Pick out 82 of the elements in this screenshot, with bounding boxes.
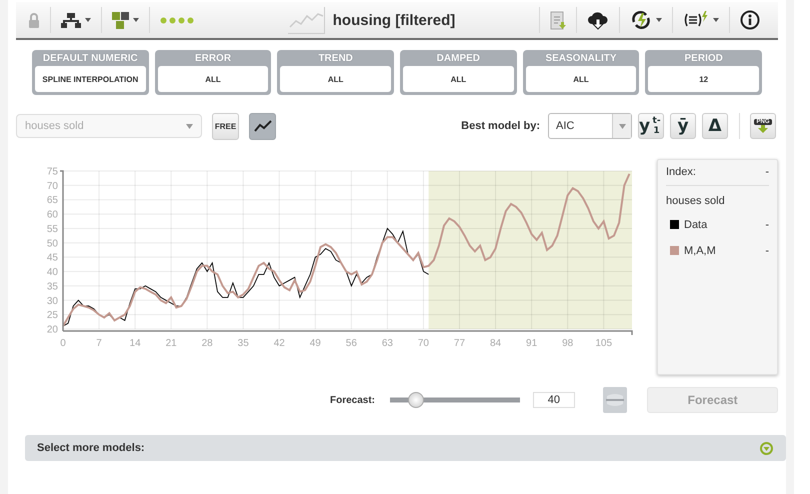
filter-card[interactable]: DAMPED ALL bbox=[400, 50, 517, 95]
caret-icon bbox=[85, 18, 91, 22]
x-tick-label: 56 bbox=[346, 338, 357, 349]
x-tick-label: 0 bbox=[60, 338, 66, 349]
filter-header: ERROR bbox=[194, 52, 232, 66]
filter-card[interactable]: DEFAULT NUMERIC SPLINE INTERPOLATION bbox=[32, 50, 149, 95]
filter-header: DEFAULT NUMERIC bbox=[42, 52, 138, 66]
filter-card[interactable]: TREND ALL bbox=[277, 50, 394, 95]
caret-icon bbox=[186, 124, 193, 128]
y-tick-label: 20 bbox=[46, 324, 58, 336]
x-tick-label: 49 bbox=[310, 338, 321, 349]
legend-value: - bbox=[765, 219, 769, 231]
y-tick-label: 70 bbox=[46, 180, 58, 192]
y-tick-label: 25 bbox=[46, 310, 58, 322]
y-tick-label: 30 bbox=[46, 296, 58, 307]
filter-value: 12 bbox=[648, 66, 760, 92]
x-tick-label: 98 bbox=[562, 338, 574, 349]
x-tick-label: 14 bbox=[130, 338, 141, 349]
more-models-label: Select more models: bbox=[37, 442, 145, 454]
x-tick-label: 84 bbox=[490, 338, 502, 349]
filter-card[interactable]: ERROR ALL bbox=[154, 50, 272, 95]
index-label: Index: bbox=[666, 166, 696, 178]
y-tick-label: 60 bbox=[46, 210, 58, 221]
index-value: - bbox=[765, 166, 769, 178]
filter-card[interactable]: PERIOD 12 bbox=[645, 50, 762, 95]
free-button[interactable]: FREE bbox=[212, 112, 239, 140]
x-tick-label: 42 bbox=[274, 338, 285, 349]
dataset-title: housing [filtered] bbox=[332, 12, 456, 28]
dataset-icon[interactable] bbox=[112, 12, 129, 28]
tree-icon[interactable] bbox=[61, 12, 81, 28]
line-chart-button[interactable] bbox=[249, 112, 276, 140]
clipboard-icon[interactable] bbox=[550, 10, 566, 30]
legend-label: Data bbox=[684, 219, 708, 231]
filter-header: DAMPED bbox=[436, 52, 480, 66]
best-model-label: Best model by: bbox=[461, 120, 540, 132]
x-tick-label: 70 bbox=[418, 338, 430, 349]
legend-value: - bbox=[765, 245, 769, 257]
sparkline-icon bbox=[288, 6, 325, 34]
forecast-input[interactable]: 40 bbox=[532, 392, 575, 408]
caret-icon bbox=[133, 18, 139, 22]
y-tick-label: 50 bbox=[46, 238, 58, 250]
x-tick-label: 28 bbox=[202, 338, 213, 349]
x-tick-label: 35 bbox=[238, 338, 249, 349]
x-tick-label: 105 bbox=[595, 338, 612, 349]
filter-card[interactable]: SEASONALITY ALL bbox=[522, 50, 640, 95]
y-tick-label: 65 bbox=[46, 195, 58, 206]
formula-lightning-icon[interactable] bbox=[683, 11, 709, 29]
x-tick-label: 21 bbox=[166, 338, 177, 349]
x-tick-label: 91 bbox=[526, 338, 538, 349]
line-chart-icon bbox=[254, 120, 272, 132]
compare-icon bbox=[605, 392, 626, 408]
caret-icon bbox=[656, 18, 662, 22]
field-name: houses sold bbox=[666, 195, 726, 207]
transform-button[interactable]: ȳ bbox=[670, 113, 696, 139]
download-arrow-icon bbox=[758, 125, 768, 133]
x-tick-label: 7 bbox=[96, 338, 102, 349]
filter-header: TREND bbox=[318, 52, 353, 66]
slider-thumb[interactable] bbox=[408, 392, 424, 408]
best-model-select[interactable]: AIC bbox=[548, 113, 632, 139]
filter-header: PERIOD bbox=[684, 52, 723, 66]
y-tick-label: 35 bbox=[46, 281, 58, 292]
caret-icon bbox=[618, 124, 626, 128]
filter-header: SEASONALITY bbox=[545, 52, 617, 66]
filter-value: ALL bbox=[280, 66, 392, 92]
legend-label: M,A,M bbox=[684, 245, 716, 257]
y-tick-label: 40 bbox=[46, 267, 58, 278]
info-icon[interactable] bbox=[740, 10, 760, 30]
filter-value: ALL bbox=[403, 66, 514, 92]
y-tick-label: 55 bbox=[46, 224, 58, 235]
x-tick-label: 77 bbox=[454, 338, 466, 349]
y-tick-label: 45 bbox=[46, 252, 58, 264]
filter-value: ALL bbox=[158, 66, 268, 92]
cycle-lightning-icon[interactable] bbox=[630, 10, 652, 30]
y-tick-label: 75 bbox=[46, 166, 58, 178]
dots-icon[interactable] bbox=[160, 16, 194, 24]
transform-button[interactable]: Δ bbox=[702, 113, 728, 139]
x-tick-label: 63 bbox=[382, 338, 393, 349]
forecast-label: Forecast: bbox=[330, 394, 376, 406]
filter-value: SPLINE INTERPOLATION bbox=[35, 66, 146, 92]
filter-value: ALL bbox=[526, 66, 636, 92]
caret-icon bbox=[713, 18, 719, 22]
cloud-download-icon[interactable] bbox=[587, 10, 609, 30]
